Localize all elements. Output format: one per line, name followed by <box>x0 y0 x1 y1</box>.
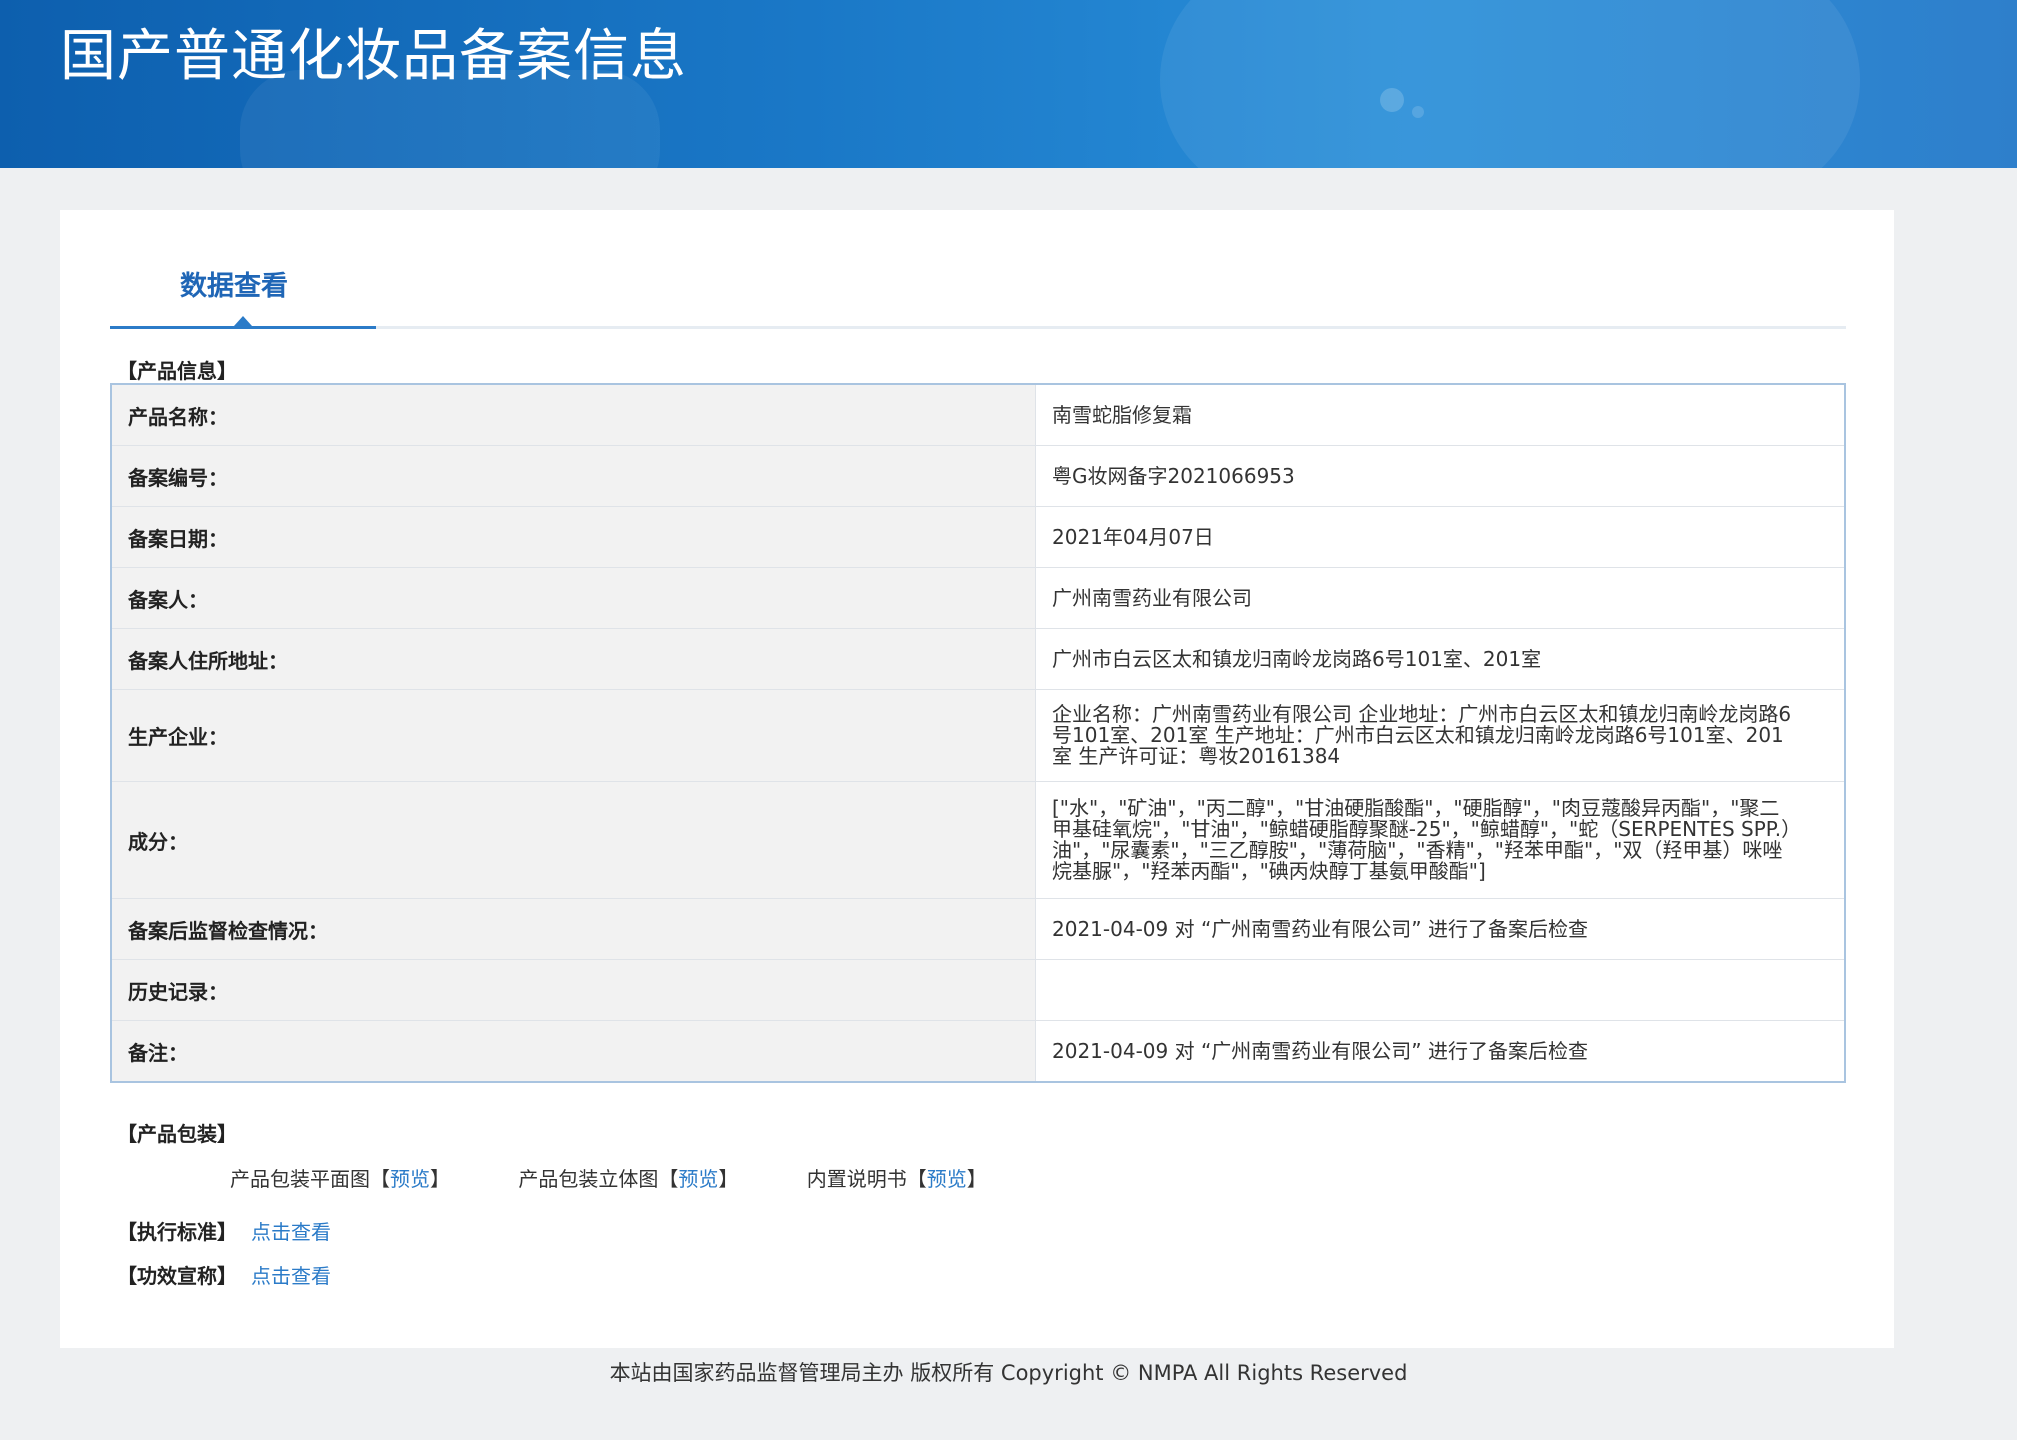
packaging-label: 产品包装立体图 <box>518 1167 659 1191</box>
banner-decoration <box>1380 88 1404 112</box>
product-info-table: 产品名称： 南雪蛇脂修复霜 备案编号： 粤G妆网备字2021066953 备案日… <box>110 383 1846 1083</box>
tab-data-view[interactable]: 数据查看 <box>110 252 376 329</box>
table-row: 备案后监督检查情况： 2021-04-09 对 “广州南雪药业有限公司” 进行了… <box>110 898 1846 960</box>
banner-decoration <box>1160 0 1860 168</box>
row-value: ["水"，"矿油"，"丙二醇"，"甘油硬脂酸酯"，"硬脂醇"，"肉豆蔻酸异丙酯"… <box>1035 781 1846 899</box>
bracket-close: 】 <box>430 1167 450 1191</box>
preview-link[interactable]: 预览 <box>927 1167 967 1191</box>
packaging-label: 产品包装平面图 <box>230 1167 370 1191</box>
row-value: 2021-04-09 对 “广州南雪药业有限公司” 进行了备案后检查 <box>1035 898 1846 960</box>
row-value: 广州市白云区太和镇龙归南岭龙岗路6号101室、201室 <box>1035 628 1846 690</box>
header-banner: 国产普通化妆品备案信息 <box>0 0 2017 168</box>
table-row: 生产企业： 企业名称：广州南雪药业有限公司 企业地址：广州市白云区太和镇龙归南岭… <box>110 689 1846 782</box>
row-label: 备注： <box>110 1020 1036 1083</box>
row-value: 广州南雪药业有限公司 <box>1035 567 1846 629</box>
main-card: 数据查看 【产品信息】 产品名称： 南雪蛇脂修复霜 备案编号： 粤G妆网备字20… <box>60 210 1894 1348</box>
efficacy-label: 【功效宣称】 <box>117 1264 237 1288</box>
row-label: 生产企业： <box>110 689 1036 782</box>
efficacy-view-link[interactable]: 点击查看 <box>251 1264 331 1288</box>
table-row: 备案日期： 2021年04月07日 <box>110 506 1846 568</box>
preview-link[interactable]: 预览 <box>678 1167 718 1191</box>
tab-underline <box>110 326 376 329</box>
table-row: 成分： ["水"，"矿油"，"丙二醇"，"甘油硬脂酸酯"，"硬脂醇"，"肉豆蔻酸… <box>110 781 1846 899</box>
standards-label: 【执行标准】 <box>117 1220 237 1244</box>
row-value: 2021年04月07日 <box>1035 506 1846 568</box>
tab-bar: 数据查看 <box>110 252 1846 329</box>
packaging-item: 产品包装平面图【预览】 <box>230 1163 450 1192</box>
efficacy-row: 【功效宣称】 点击查看 <box>117 1260 331 1289</box>
table-row: 产品名称： 南雪蛇脂修复霜 <box>110 383 1846 446</box>
tab-caret-icon <box>234 316 252 326</box>
table-row: 备注： 2021-04-09 对 “广州南雪药业有限公司” 进行了备案后检查 <box>110 1020 1846 1083</box>
row-value: 企业名称：广州南雪药业有限公司 企业地址：广州市白云区太和镇龙归南岭龙岗路6号1… <box>1035 689 1846 782</box>
page-title: 国产普通化妆品备案信息 <box>60 24 687 89</box>
row-value <box>1035 959 1846 1021</box>
table-row: 备案人住所地址： 广州市白云区太和镇龙归南岭龙岗路6号101室、201室 <box>110 628 1846 690</box>
footer-copyright: 本站由国家药品监督管理局主办 版权所有 Copyright © NMPA All… <box>609 1361 1408 1385</box>
table-row: 历史记录： <box>110 959 1846 1021</box>
standards-row: 【执行标准】 点击查看 <box>117 1216 331 1245</box>
row-label: 备案人： <box>110 567 1036 629</box>
row-label: 历史记录： <box>110 959 1036 1021</box>
row-label: 备案后监督检查情况： <box>110 898 1036 960</box>
packaging-links: 产品包装平面图【预览】 产品包装立体图【预览】 内置说明书【预览】 <box>230 1163 1049 1192</box>
standards-view-link[interactable]: 点击查看 <box>251 1220 331 1244</box>
preview-link[interactable]: 预览 <box>390 1167 430 1191</box>
table-row: 备案人： 广州南雪药业有限公司 <box>110 567 1846 629</box>
packaging-item: 产品包装立体图【预览】 <box>518 1163 738 1192</box>
bracket-open: 【 <box>370 1167 390 1191</box>
bracket-open: 【 <box>906 1167 927 1191</box>
banner-decoration <box>1412 106 1424 118</box>
row-label: 备案编号： <box>110 445 1036 507</box>
bracket-open: 【 <box>658 1167 679 1191</box>
row-label: 备案人住所地址： <box>110 628 1036 690</box>
bracket-close: 】 <box>966 1167 987 1191</box>
row-value: 南雪蛇脂修复霜 <box>1035 383 1846 446</box>
packaging-label: 内置说明书 <box>806 1167 907 1191</box>
tab-label[interactable]: 数据查看 <box>180 264 288 303</box>
table-row: 备案编号： 粤G妆网备字2021066953 <box>110 445 1846 507</box>
row-value: 2021-04-09 对 “广州南雪药业有限公司” 进行了备案后检查 <box>1035 1020 1846 1083</box>
packaging-item: 内置说明书【预览】 <box>807 1163 987 1192</box>
row-label: 成分： <box>110 781 1036 899</box>
row-value: 粤G妆网备字2021066953 <box>1035 445 1846 507</box>
section-title-product-info: 【产品信息】 <box>117 359 237 383</box>
row-label: 产品名称： <box>110 383 1036 446</box>
row-label: 备案日期： <box>110 506 1036 568</box>
bracket-close: 】 <box>718 1167 739 1191</box>
section-title-packaging: 【产品包装】 <box>117 1122 237 1146</box>
